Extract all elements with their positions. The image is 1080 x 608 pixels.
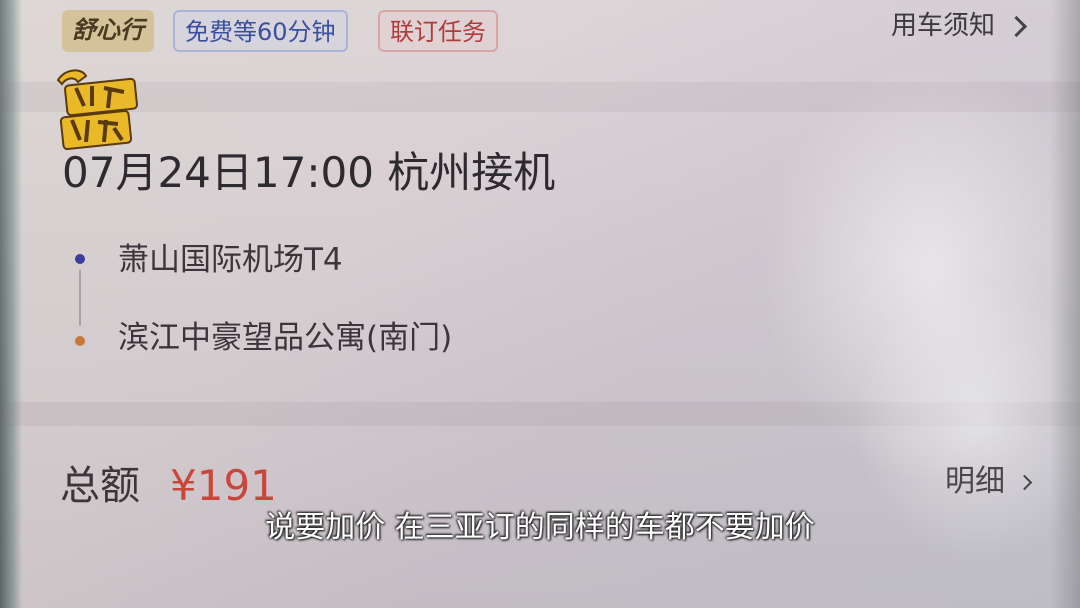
free-wait-tag: 免费等60分钟 [173, 10, 348, 52]
linked-task-tag: 联订任务 [378, 10, 498, 52]
chevron-right-icon [1005, 15, 1028, 37]
glare-band [0, 402, 1080, 426]
price-detail-label: 明细 [945, 464, 1005, 499]
trip-title: 07月24日17:00 杭州接机 [62, 148, 556, 197]
dropoff-location: 滨江中豪望品公寓(南门) [118, 320, 453, 356]
route-start-dot-icon [75, 254, 85, 264]
price-detail-link[interactable]: 明细 [945, 462, 1033, 502]
phone-bezel-right [1050, 0, 1080, 608]
brand-tag: 舒心行 [62, 10, 154, 52]
chevron-right-icon [1016, 474, 1033, 490]
route-connector [79, 270, 81, 326]
logo-icon [56, 69, 138, 151]
video-subtitle: 说要加价 在三亚订的同样的车都不要加价 [265, 510, 815, 545]
ride-notice-link[interactable]: 用车须知 [890, 8, 1028, 44]
glare-band [0, 82, 1080, 112]
route-end-dot-icon [75, 336, 85, 346]
ride-notice-label: 用车须知 [890, 11, 995, 41]
pickup-location: 萧山国际机场T4 [118, 242, 343, 278]
